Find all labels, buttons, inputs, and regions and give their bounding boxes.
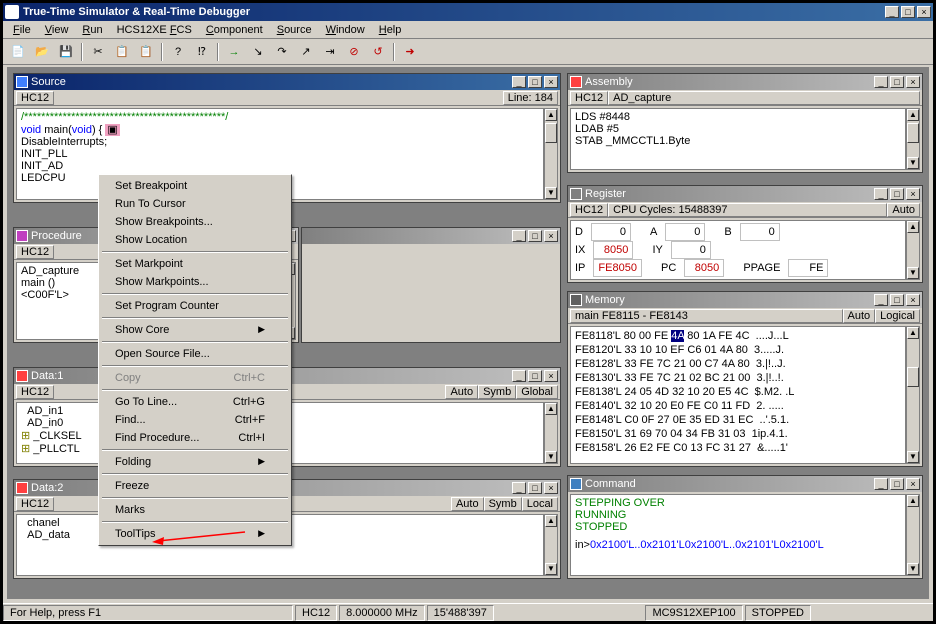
ctx-set-markpoint[interactable]: Set Markpoint xyxy=(101,255,289,273)
run-button[interactable]: → xyxy=(223,42,245,62)
menu-window[interactable]: Window xyxy=(320,22,371,38)
step-asm-button[interactable]: ⇥ xyxy=(319,42,341,62)
ctx-marks[interactable]: Marks xyxy=(101,501,289,519)
command-title[interactable]: Command _□× xyxy=(568,476,922,492)
ctx-set-breakpoint[interactable]: Set Breakpoint xyxy=(101,177,289,195)
command-body[interactable]: STEPPING OVER RUNNING STOPPED in>0x2100'… xyxy=(570,494,906,576)
ctx-show-location[interactable]: Show Location xyxy=(101,231,289,249)
ctx-show-markpoints-[interactable]: Show Markpoints... xyxy=(101,273,289,291)
save-button[interactable]: 💾 xyxy=(55,42,77,62)
data-icon xyxy=(16,370,28,382)
assembly-body[interactable]: LDS #8448 LDAB #5 STAB _MMCCTL1.Byte xyxy=(570,108,906,170)
register-icon xyxy=(570,188,582,200)
memory-panel: Memory _□× main FE8115 - FE8143 Auto Log… xyxy=(567,291,923,467)
ctx-folding[interactable]: Folding▶ xyxy=(101,453,289,471)
ctx-freeze[interactable]: Freeze xyxy=(101,477,289,495)
ctx-find-procedure-[interactable]: Find Procedure...Ctrl+I xyxy=(101,429,289,447)
help-button[interactable]: ? xyxy=(167,42,189,62)
maximize-button[interactable]: □ xyxy=(901,6,915,18)
source-panel-title[interactable]: Source _□× xyxy=(14,74,560,90)
cut-button[interactable]: ✂ xyxy=(87,42,109,62)
assembly-panel: Assembly _□× HC12 AD_capture LDS #8448 L… xyxy=(567,73,923,173)
data-icon xyxy=(16,482,28,494)
ctx-set-program-counter[interactable]: Set Program Counter xyxy=(101,297,289,315)
minimize-button[interactable]: _ xyxy=(885,6,899,18)
window-title: True-Time Simulator & Real-Time Debugger xyxy=(23,6,885,18)
source-scrollbar[interactable]: ▲▼ xyxy=(544,108,558,200)
memory-title[interactable]: Memory _□× xyxy=(568,292,922,308)
status-help: For Help, press F1 xyxy=(3,605,293,621)
command-panel: Command _□× STEPPING OVER RUNNING STOPPE… xyxy=(567,475,923,579)
toolbar: 📄 📂 💾 ✂ 📋 📋 ? ⁉ → ↘ ↷ ↗ ⇥ ⊘ ↺ ➜ xyxy=(3,39,933,65)
exit-button[interactable]: ➜ xyxy=(399,42,421,62)
status-state: STOPPED xyxy=(745,605,811,621)
menu-file[interactable]: File xyxy=(7,22,37,38)
status-freq: 8.000000 MHz xyxy=(339,605,425,621)
panel-max[interactable]: □ xyxy=(528,76,542,88)
close-button[interactable]: × xyxy=(917,6,931,18)
ctx-run-to-cursor[interactable]: Run To Cursor xyxy=(101,195,289,213)
ctx-show-breakpoints-[interactable]: Show Breakpoints... xyxy=(101,213,289,231)
ctx-copy: CopyCtrl+C xyxy=(101,369,289,387)
ctx-open-source-file-[interactable]: Open Source File... xyxy=(101,345,289,363)
register-title[interactable]: Register _□× xyxy=(568,186,922,202)
panel-min[interactable]: _ xyxy=(512,76,526,88)
command-icon xyxy=(570,478,582,490)
step-into-button[interactable]: ↘ xyxy=(247,42,269,62)
new-button[interactable]: 📄 xyxy=(7,42,29,62)
source-icon xyxy=(16,76,28,88)
source-chip: HC12 xyxy=(16,91,54,105)
menubar: File View Run HCS12XE FCS Component Sour… xyxy=(3,21,933,39)
source-context-menu[interactable]: Set BreakpointRun To CursorShow Breakpoi… xyxy=(98,174,292,546)
menu-hcs12xe[interactable]: HCS12XE FCS xyxy=(111,22,198,38)
panel-close[interactable]: × xyxy=(544,76,558,88)
context-help-button[interactable]: ⁉ xyxy=(191,42,213,62)
memory-body[interactable]: FE8118'L 80 00 FE 4A 80 1A FE 4C ....J..… xyxy=(570,326,906,464)
assembly-title[interactable]: Assembly _□× xyxy=(568,74,922,90)
paste-button[interactable]: 📋 xyxy=(135,42,157,62)
main-titlebar: True-Time Simulator & Real-Time Debugger… xyxy=(3,3,933,21)
source-line: Line: 184 xyxy=(503,91,558,105)
reset-button[interactable]: ↺ xyxy=(367,42,389,62)
hidden-panel-1: _□× xyxy=(301,227,561,343)
memory-icon xyxy=(570,294,582,306)
menu-run[interactable]: Run xyxy=(76,22,108,38)
procedure-icon xyxy=(16,230,28,242)
menu-component[interactable]: Component xyxy=(200,22,269,38)
status-cycles: 15'488'397 xyxy=(427,605,494,621)
marks-arrow-annotation xyxy=(150,528,250,548)
open-button[interactable]: 📂 xyxy=(31,42,53,62)
register-panel: Register _□× HC12 CPU Cycles: 15488397 A… xyxy=(567,185,923,283)
assembly-icon xyxy=(570,76,582,88)
menu-source[interactable]: Source xyxy=(271,22,318,38)
menu-help[interactable]: Help xyxy=(373,22,408,38)
ctx-show-core[interactable]: Show Core▶ xyxy=(101,321,289,339)
register-body[interactable]: D0 A0 B0 IX8050 IY0 IPFE8050 PC8050 PPAG… xyxy=(570,220,906,280)
copy-button[interactable]: 📋 xyxy=(111,42,133,62)
step-over-button[interactable]: ↷ xyxy=(271,42,293,62)
status-chip: HC12 xyxy=(295,605,337,621)
app-icon xyxy=(5,5,19,19)
ctx-go-to-line-[interactable]: Go To Line...Ctrl+G xyxy=(101,393,289,411)
ctx-find-[interactable]: Find...Ctrl+F xyxy=(101,411,289,429)
step-out-button[interactable]: ↗ xyxy=(295,42,317,62)
status-mcu: MC9S12XEP100 xyxy=(645,605,742,621)
menu-view[interactable]: View xyxy=(39,22,75,38)
halt-button[interactable]: ⊘ xyxy=(343,42,365,62)
statusbar: For Help, press F1 HC12 8.000000 MHz 15'… xyxy=(3,603,933,621)
